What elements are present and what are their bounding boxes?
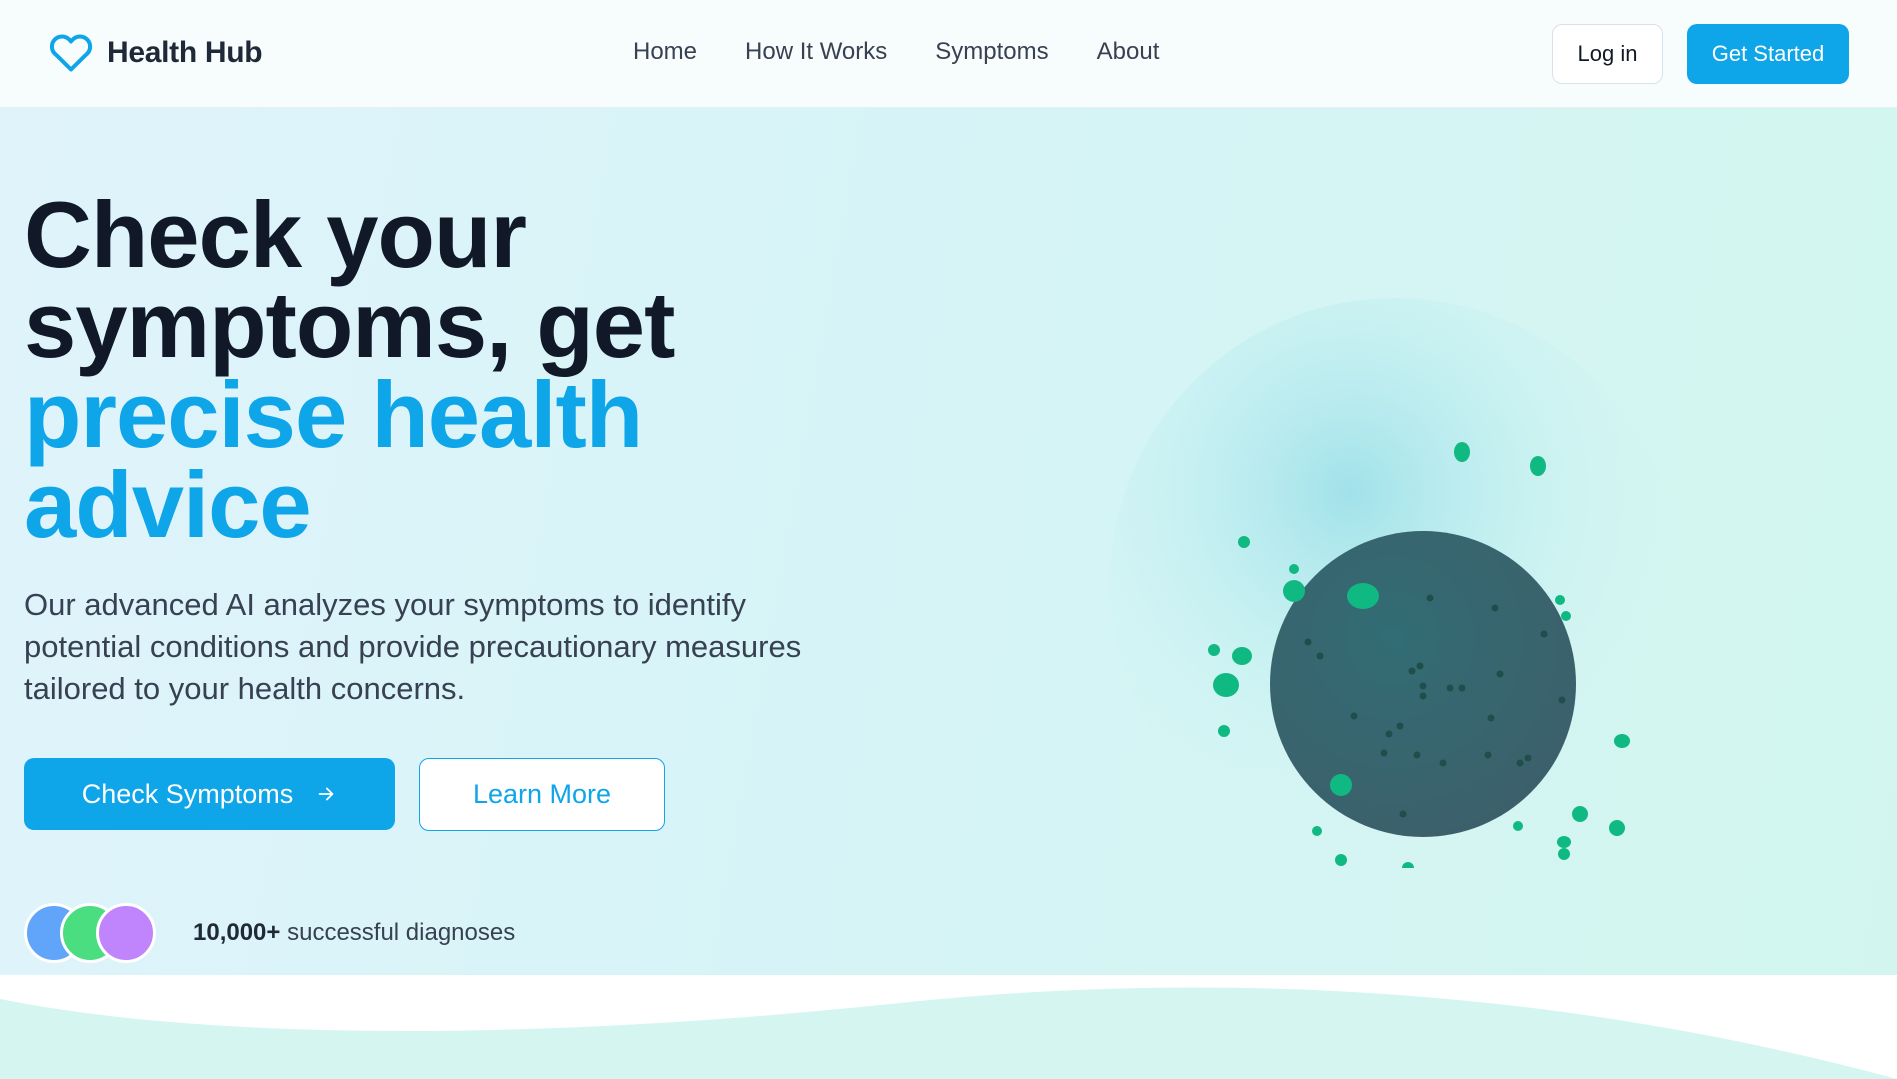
hero-title-line: Check your [24,182,527,287]
social-proof: 10,000+ successful diagnoses [24,903,515,963]
navbar: Health Hub Home How It Works Symptoms Ab… [0,0,1897,108]
main-nav: Home How It Works Symptoms About [633,38,1159,66]
hero-title-line: symptoms, get [24,272,675,377]
heart-icon [49,34,93,72]
arrow-right-icon [318,787,334,801]
get-started-button[interactable]: Get Started [1687,24,1849,84]
nav-link-how-it-works[interactable]: How It Works [745,38,887,66]
hero-title-accent-line: advice [24,452,312,557]
hero-title: Check your symptoms, get precise health … [24,182,784,557]
wave-shape [0,987,1897,1079]
check-symptoms-button[interactable]: Check Symptoms [24,758,395,830]
hero-title-accent-line: precise health [24,362,643,467]
hero-section: Check your symptoms, get precise health … [0,108,1897,975]
hero-description: Our advanced AI analyzes your symptoms t… [24,587,802,706]
diagnoses-count: 10,000+ [193,919,281,946]
brand-logo[interactable]: Health Hub [48,31,263,75]
brand-name: Health Hub [107,36,263,69]
learn-more-button[interactable]: Learn More [419,758,665,831]
avatar [96,903,156,963]
diagnoses-label: successful diagnoses [287,919,516,946]
diagnoses-stat: 10,000+ successful diagnoses [193,919,515,947]
nav-link-symptoms[interactable]: Symptoms [935,38,1048,66]
nav-link-home[interactable]: Home [633,38,697,66]
login-button[interactable]: Log in [1552,24,1663,84]
virus-illustration [1110,298,1680,868]
wave-divider [0,975,1897,1079]
nav-link-about[interactable]: About [1097,38,1160,66]
check-symptoms-label: Check Symptoms [81,778,294,809]
